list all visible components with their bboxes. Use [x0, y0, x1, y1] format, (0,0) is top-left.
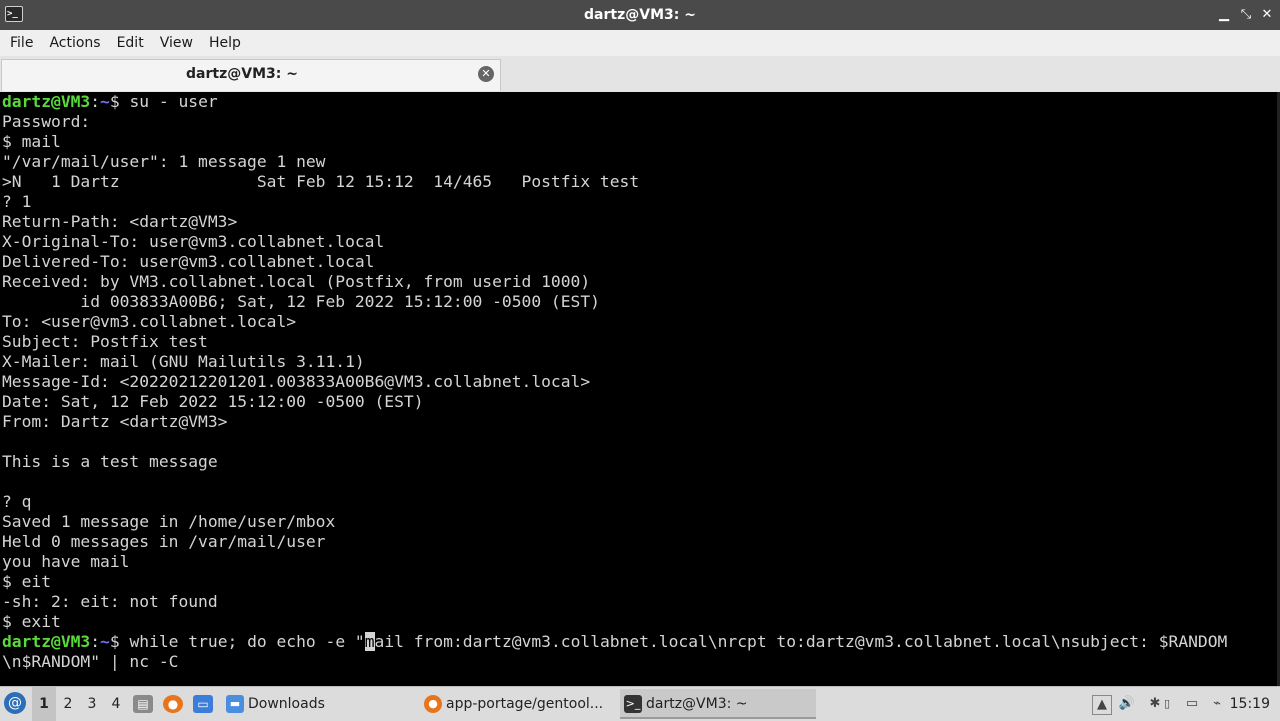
terminal-line: Date: Sat, 12 Feb 2022 15:12:00 -0500 (E… — [2, 392, 424, 411]
terminal-line: This is a test message — [2, 452, 218, 471]
close-button[interactable]: ✕ — [1259, 7, 1275, 23]
minimize-button[interactable]: ▁ — [1216, 7, 1232, 23]
menu-file[interactable]: File — [2, 30, 41, 56]
prompt-path: ~ — [100, 92, 110, 111]
volume-icon[interactable]: 🔊 — [1118, 695, 1136, 713]
terminal-line: X-Original-To: user@vm3.collabnet.local — [2, 232, 385, 251]
terminal-line: Password: — [2, 112, 91, 131]
task-firefox[interactable]: ● app-portage/gentool... — [420, 689, 616, 719]
tab-terminal[interactable]: dartz@VM3: ~ ✕ — [1, 59, 501, 91]
menu-help[interactable]: Help — [201, 30, 249, 56]
tab-bar: dartz@VM3: ~ ✕ — [0, 56, 1280, 93]
terminal-line: ? 1 — [2, 192, 32, 211]
terminal-line: dartz@VM3:~$ su - user — [2, 92, 1227, 112]
terminal-line: Return-Path: <dartz@VM3> — [2, 212, 238, 231]
workspace-2[interactable]: 2 — [56, 687, 80, 721]
task-downloads[interactable]: ▬ Downloads — [222, 689, 418, 719]
maximize-button[interactable]: ⤡ — [1238, 7, 1254, 23]
text-cursor: m — [364, 632, 375, 651]
terminal-line: From: Dartz <dartz@VM3> — [2, 412, 228, 431]
menu-bar: File Actions Edit View Help — [0, 30, 1280, 56]
window-title: dartz@VM3: ~ — [584, 7, 696, 23]
terminal-line: Received: by VM3.collabnet.local (Postfi… — [2, 272, 591, 291]
task-label: dartz@VM3: ~ — [646, 696, 748, 712]
task-terminal[interactable]: >_ dartz@VM3: ~ — [620, 689, 816, 719]
terminal-line: Message-Id: <20220212201201.003833A00B6@… — [2, 372, 591, 391]
command-text: su - user — [129, 92, 218, 111]
terminal-line: Held 0 messages in /var/mail/user — [2, 532, 326, 551]
terminal-line: you have mail — [2, 552, 130, 571]
prompt-separator: : — [90, 92, 101, 111]
terminal-line: $ exit — [2, 612, 61, 631]
file-manager-icon[interactable]: ▤ — [133, 695, 153, 713]
debian-swirl-icon[interactable]: @ — [4, 692, 26, 714]
terminal-line: -sh: 2: eit: not found — [2, 592, 218, 611]
terminal-view[interactable]: dartz@VM3:~$ su - user Password: $ mail "/… — [0, 92, 1280, 686]
task-label: Downloads — [248, 696, 325, 712]
command-text: while true; do echo -e " — [129, 632, 365, 651]
window-titlebar[interactable]: >_ dartz@VM3: ~ ▁ ⤡ ✕ — [0, 0, 1280, 30]
tray-arrow-icon[interactable]: ▲ — [1092, 695, 1112, 715]
firefox-icon[interactable]: ● — [163, 695, 183, 713]
terminal-line: dartz@VM3:~$ while true; do echo -e "mai… — [2, 632, 1227, 652]
prompt-separator: : — [90, 632, 101, 651]
workspace-4[interactable]: 4 — [104, 687, 128, 721]
terminal-icon: >_ — [624, 695, 642, 713]
terminal-line: Saved 1 message in /home/user/mbox — [2, 512, 336, 531]
firefox-icon: ● — [424, 695, 442, 713]
prompt-symbol: $ — [109, 632, 130, 651]
terminal-line: \n$RANDOM" | nc -C — [2, 652, 179, 671]
terminal-line: To: <user@vm3.collabnet.local> — [2, 312, 297, 331]
prompt-symbol: $ — [109, 92, 130, 111]
desktop-icon[interactable]: ▭ — [193, 695, 213, 713]
menu-actions[interactable]: Actions — [41, 30, 108, 56]
terminal-line: $ mail — [2, 132, 61, 151]
terminal-line: ? q — [2, 492, 32, 511]
tab-label: dartz@VM3: ~ — [186, 66, 298, 82]
workspace-1[interactable]: 1 — [32, 687, 56, 721]
task-label: app-portage/gentool... — [446, 696, 604, 712]
prompt-user: dartz@VM3 — [2, 92, 91, 111]
terminal-line: X-Mailer: mail (GNU Mailutils 3.11.1) — [2, 352, 365, 371]
terminal-line: "/var/mail/user": 1 message 1 new — [2, 152, 326, 171]
menu-edit[interactable]: Edit — [109, 30, 152, 56]
prompt-path: ~ — [100, 632, 110, 651]
prompt-user: dartz@VM3 — [2, 632, 91, 651]
tab-close-icon[interactable]: ✕ — [478, 66, 494, 82]
command-text: ail from:dartz@vm3.collabnet.local\nrcpt… — [374, 632, 1228, 651]
terminal-line: >N 1 Dartz Sat Feb 12 15:12 14/465 Postf… — [2, 172, 640, 191]
power-icon[interactable]: ⌁ — [1208, 695, 1226, 713]
terminal-line: $ eit — [2, 572, 52, 591]
terminal-line: id 003833A00B6; Sat, 12 Feb 2022 15:12:0… — [2, 292, 600, 311]
terminal-line: Delivered-To: user@vm3.collabnet.local — [2, 252, 375, 271]
menu-view[interactable]: View — [152, 30, 201, 56]
folder-icon: ▬ — [226, 695, 244, 713]
terminal-line: Subject: Postfix test — [2, 332, 208, 351]
network-icon[interactable]: ▭ — [1183, 695, 1201, 713]
clock: 15:19 — [1229, 696, 1270, 712]
taskbar: @ 1 2 3 4 ▤ ● ▭ ▬ Downloads ● app-portag… — [0, 686, 1280, 721]
workspace-3[interactable]: 3 — [80, 687, 104, 721]
clipboard-icon[interactable]: ▯ — [1158, 695, 1176, 713]
